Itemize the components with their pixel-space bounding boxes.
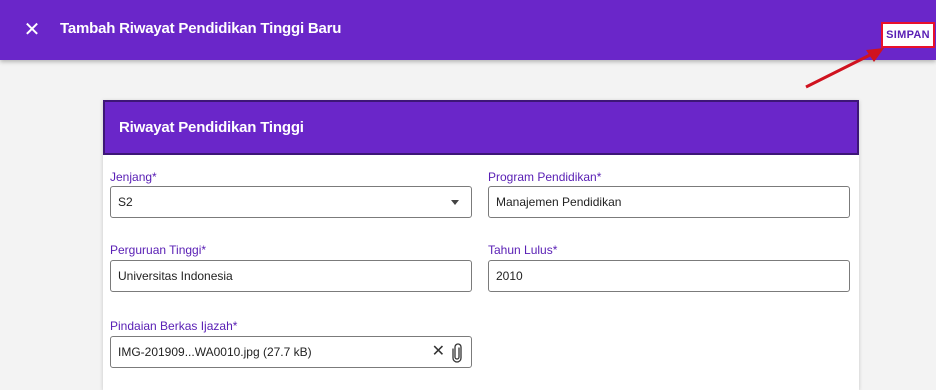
app-bar: ✕ Tambah Riwayat Pendidikan Tinggi Baru … bbox=[0, 0, 936, 60]
perguruan-value: Universitas Indonesia bbox=[118, 269, 233, 283]
card-title: Riwayat Pendidikan Tinggi bbox=[119, 119, 304, 136]
clear-icon[interactable]: ✕ bbox=[432, 342, 445, 362]
berkas-value: IMG-201909...WA0010.jpg (27.7 kB) bbox=[118, 345, 312, 359]
jenjang-value: S2 bbox=[118, 195, 133, 209]
card-header: Riwayat Pendidikan Tinggi bbox=[103, 100, 859, 155]
jenjang-select[interactable]: S2 bbox=[110, 186, 472, 218]
program-input[interactable]: Manajemen Pendidikan bbox=[488, 186, 850, 218]
tahun-label: Tahun Lulus* bbox=[488, 243, 558, 257]
berkas-label: Pindaian Berkas Ijazah* bbox=[110, 319, 238, 333]
perguruan-input[interactable]: Universitas Indonesia bbox=[110, 260, 472, 292]
tahun-value: 2010 bbox=[496, 269, 523, 283]
paperclip-icon[interactable] bbox=[451, 343, 463, 363]
tahun-input[interactable]: 2010 bbox=[488, 260, 850, 292]
save-button[interactable]: SIMPAN bbox=[881, 22, 935, 48]
program-label: Program Pendidikan* bbox=[488, 170, 602, 184]
page-title: Tambah Riwayat Pendidikan Tinggi Baru bbox=[60, 20, 342, 37]
berkas-file-input[interactable]: IMG-201909...WA0010.jpg (27.7 kB) ✕ bbox=[110, 336, 472, 368]
program-value: Manajemen Pendidikan bbox=[496, 195, 622, 209]
close-icon[interactable]: ✕ bbox=[20, 17, 44, 43]
perguruan-label: Perguruan Tinggi* bbox=[110, 243, 207, 257]
jenjang-label: Jenjang* bbox=[110, 170, 157, 184]
caret-down-icon bbox=[451, 200, 459, 205]
education-card: Riwayat Pendidikan Tinggi Jenjang* S2 Pr… bbox=[103, 100, 859, 390]
